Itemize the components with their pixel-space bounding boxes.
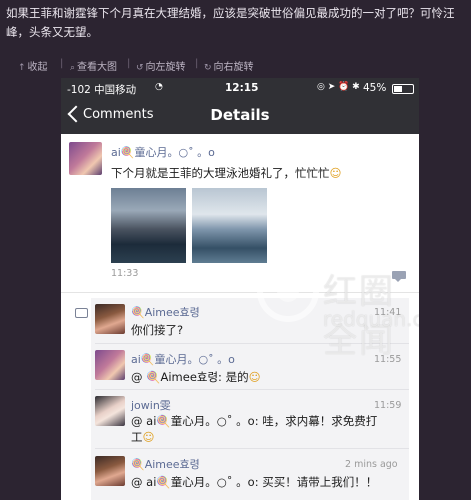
- toolbar-divider: |: [127, 58, 131, 69]
- post-username[interactable]: ai🍭童心月。○˚ 。o: [111, 144, 215, 160]
- comment-time: 11:59: [374, 400, 402, 411]
- wifi-icon: ◔: [155, 82, 163, 92]
- view-large-button[interactable]: ⌕ 查看大图: [70, 58, 117, 73]
- comment-text: @ ai🍭童心月。○˚ 。o: 买买！请带上我们！！: [131, 475, 378, 489]
- clock: 12:15: [225, 82, 259, 94]
- watermark-logo: [257, 260, 319, 322]
- comment-time: 2 mins ago: [345, 459, 398, 470]
- bubble-icon: [75, 308, 88, 318]
- avatar[interactable]: [95, 396, 125, 426]
- comment-text: @ ai🍭童心月。○˚ 。o: 哇，求内幕！求免费打: [131, 414, 378, 428]
- post-body: 下个月就是王菲的大理泳池婚礼了，忙忙忙☺: [111, 166, 342, 180]
- comment-text: @ 🍭Aimee효령: 是的☺: [131, 370, 261, 384]
- avatar[interactable]: [69, 142, 102, 175]
- avatar[interactable]: [95, 456, 125, 486]
- nav-bar: Comments Details: [61, 98, 419, 134]
- smile-emoji: ☺: [142, 430, 155, 444]
- smile-emoji: ☺: [329, 166, 342, 180]
- comment-username[interactable]: 🍭Aimee효령: [131, 304, 200, 320]
- phone-screenshot[interactable]: -102 中国移动 ◔ 12:15 ◎ ➤ ⏰ ✱ 45% Comments D…: [61, 78, 419, 500]
- arrow-up-icon: ↑: [18, 63, 26, 73]
- status-bar: -102 中国移动 ◔ 12:15 ◎ ➤ ⏰ ✱ 45%: [61, 78, 419, 98]
- comment-username[interactable]: jowin雯: [131, 397, 171, 413]
- comment-text: 你们接了?: [131, 323, 184, 337]
- toolbar-divider: |: [60, 58, 64, 69]
- rotate-left-button[interactable]: ↺ 向左旋转: [136, 58, 186, 73]
- rotate-right-icon: ↻: [204, 63, 212, 73]
- image-toolbar: ↑ 收起 | ⌕ 查看大图 | ↺ 向左旋转 | ↻ 向右旋转: [0, 56, 471, 74]
- collapse-button[interactable]: ↑ 收起: [18, 58, 48, 73]
- comment-username[interactable]: ai🍭童心月。○˚ 。o: [131, 351, 235, 367]
- rotate-right-button[interactable]: ↻ 向右旋转: [204, 58, 254, 73]
- post-photo-2[interactable]: [192, 188, 267, 263]
- status-icons: ◎ ➤ ⏰ ✱: [317, 82, 360, 92]
- avatar[interactable]: [95, 304, 125, 334]
- post-photo-1[interactable]: [111, 188, 186, 263]
- zoom-icon: ⌕: [70, 63, 76, 73]
- avatar[interactable]: [95, 350, 125, 380]
- toolbar-divider: |: [195, 58, 199, 69]
- divider: [95, 448, 409, 449]
- grin-emoji: ☺: [248, 370, 261, 384]
- divider: [95, 389, 409, 390]
- comment-text-line2: 工☺: [131, 430, 155, 444]
- carrier-label: -102 中国移动: [67, 84, 137, 96]
- post-time: 11:33: [111, 268, 139, 279]
- post-text: 如果王菲和谢霆锋下个月真在大理结婚，应该是突破世俗偏见最成功的一对了吧？可怜汪峰…: [6, 6, 455, 39]
- battery-percent: 45%: [363, 82, 387, 94]
- page-title: Details: [210, 106, 270, 124]
- rotate-left-icon: ↺: [136, 63, 144, 73]
- watermark-url: redquan.com: [323, 307, 419, 331]
- battery-icon: [392, 84, 414, 94]
- comment-username[interactable]: 🍭Aimee효령: [131, 456, 200, 472]
